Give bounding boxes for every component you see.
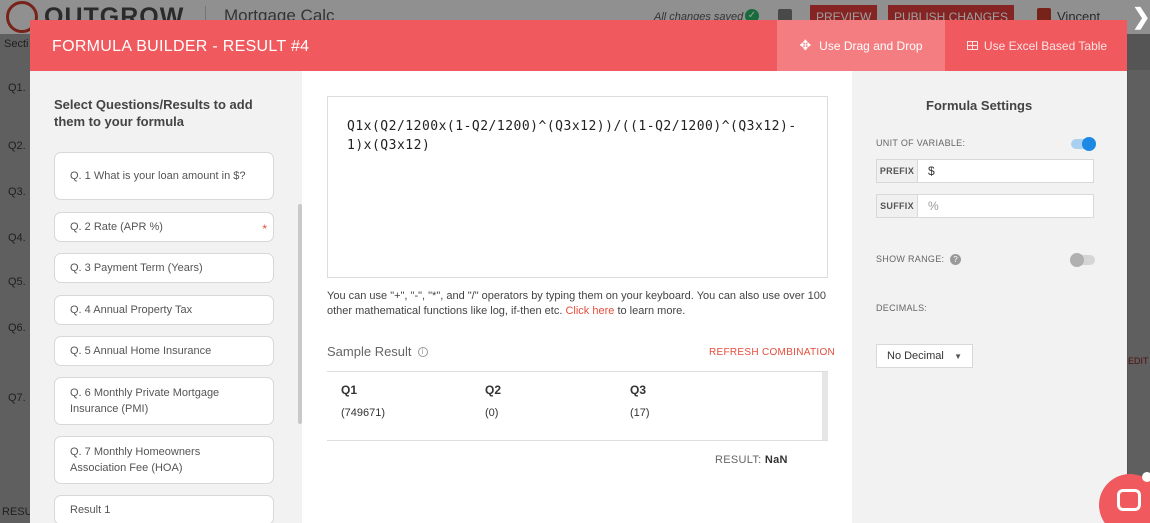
sample-column-q1: Q1 bbox=[341, 383, 358, 397]
question-item-q5[interactable]: Q. 5 Annual Home Insurance bbox=[54, 336, 274, 366]
sample-value-q3: (17) bbox=[630, 407, 650, 419]
sample-value-q2: (0) bbox=[485, 407, 499, 419]
required-icon: * bbox=[262, 222, 267, 236]
question-label: Q. 5 Annual Home Insurance bbox=[70, 345, 212, 357]
question-item-q3[interactable]: Q. 3 Payment Term (Years) bbox=[54, 253, 274, 283]
question-item-q1[interactable]: Q. 1 What is your loan amount in $? bbox=[54, 152, 274, 200]
modal-title: FORMULA BUILDER - RESULT #4 bbox=[52, 38, 310, 55]
chevron-down-icon: ▼ bbox=[954, 351, 962, 361]
prefix-field: PREFIX bbox=[876, 159, 1094, 183]
question-picker-panel: Select Questions/Results to add them to … bbox=[30, 71, 302, 523]
tab-excel-table[interactable]: Use Excel Based Table bbox=[957, 20, 1117, 71]
sample-result-table: Q1 Q2 Q3 (749671) (0) (17) bbox=[327, 371, 828, 441]
toggle-knob bbox=[1070, 253, 1084, 267]
unit-of-variable-label: UNIT OF VARIABLE: bbox=[876, 138, 966, 148]
show-range-toggle[interactable] bbox=[1070, 253, 1095, 267]
result-label: RESULT: bbox=[715, 454, 762, 466]
result-item-1[interactable]: Result 1 bbox=[54, 495, 274, 523]
chat-badge bbox=[1142, 472, 1150, 482]
modal-header: FORMULA BUILDER - RESULT #4 ✥ Use Drag a… bbox=[30, 20, 1127, 71]
formula-editor[interactable]: Q1x(Q2/1200x(1-Q2/1200)^(Q3x12))/((1-Q2/… bbox=[327, 96, 828, 278]
question-label: Q. 4 Annual Property Tax bbox=[70, 304, 193, 316]
suffix-input[interactable] bbox=[918, 195, 1093, 217]
help-icon[interactable]: ? bbox=[950, 254, 962, 266]
formula-editor-panel: Q1x(Q2/1200x(1-Q2/1200)^(Q3x12))/((1-Q2/… bbox=[302, 71, 852, 523]
formula-help-text: You can use "+", "-", "*", and "/" opera… bbox=[327, 289, 837, 319]
settings-title: Formula Settings bbox=[926, 98, 1033, 113]
sample-value-q1: (749671) bbox=[341, 407, 386, 419]
show-range-text: SHOW RANGE: bbox=[876, 254, 945, 264]
sample-table-scrollbar[interactable] bbox=[822, 372, 828, 440]
question-label: Q. 1 What is your loan amount in $? bbox=[70, 170, 246, 182]
sample-column-q3: Q3 bbox=[630, 383, 647, 397]
result-value: NaN bbox=[764, 454, 788, 466]
toggle-knob bbox=[1082, 137, 1096, 151]
tab-excel-table-label: Use Excel Based Table bbox=[983, 38, 1108, 53]
question-label: Result 1 bbox=[70, 504, 111, 516]
suffix-label: SUFFIX bbox=[877, 195, 918, 217]
tab-drag-and-drop-label: Use Drag and Drop bbox=[819, 38, 923, 53]
question-label: Q. 2 Rate (APR %) bbox=[70, 221, 163, 233]
info-icon[interactable]: i bbox=[417, 346, 428, 357]
decimals-label: DECIMALS: bbox=[876, 303, 928, 313]
question-item-q4[interactable]: Q. 4 Annual Property Tax bbox=[54, 295, 274, 325]
tab-drag-and-drop[interactable]: ✥ Use Drag and Drop bbox=[777, 20, 945, 71]
prefix-label: PREFIX bbox=[877, 160, 918, 182]
help-text-suffix: to learn more. bbox=[617, 305, 686, 317]
formula-builder-modal: FORMULA BUILDER - RESULT #4 ✥ Use Drag a… bbox=[30, 20, 1127, 523]
question-item-q6[interactable]: Q. 6 Monthly Private Mortgage Insurance … bbox=[54, 377, 274, 425]
refresh-combination-button[interactable]: REFRESH COMBINATION bbox=[709, 347, 835, 358]
formula-settings-panel: Formula Settings UNIT OF VARIABLE: PREFI… bbox=[852, 71, 1127, 523]
question-item-q2[interactable]: Q. 2 Rate (APR %) * bbox=[54, 212, 274, 242]
help-link[interactable]: Click here bbox=[565, 305, 614, 317]
question-item-q7[interactable]: Q. 7 Monthly Homeowners Association Fee … bbox=[54, 436, 274, 484]
chat-icon bbox=[1117, 489, 1141, 511]
show-range-label: SHOW RANGE: ? bbox=[876, 254, 962, 266]
unit-of-variable-toggle[interactable] bbox=[1071, 137, 1096, 151]
sample-column-q2: Q2 bbox=[485, 383, 502, 397]
sample-result-label: Sample Result bbox=[327, 344, 412, 359]
move-icon: ✥ bbox=[799, 37, 812, 53]
suffix-field: SUFFIX bbox=[876, 194, 1094, 218]
formula-text[interactable]: Q1x(Q2/1200x(1-Q2/1200)^(Q3x12))/((1-Q2/… bbox=[347, 117, 807, 155]
table-icon bbox=[966, 41, 978, 50]
prefix-input[interactable] bbox=[918, 160, 1093, 182]
question-label: Q. 6 Monthly Private Mortgage Insurance … bbox=[70, 387, 220, 415]
decimals-select[interactable]: No Decimal ▼ bbox=[876, 344, 973, 368]
result-output: RESULT: NaN bbox=[715, 454, 788, 466]
question-label: Q. 3 Payment Term (Years) bbox=[70, 262, 203, 274]
sample-result-heading: Sample Result i bbox=[327, 344, 428, 359]
question-label: Q. 7 Monthly Homeowners Association Fee … bbox=[70, 446, 201, 474]
question-picker-heading: Select Questions/Results to add them to … bbox=[54, 97, 253, 129]
decimals-value: No Decimal bbox=[887, 350, 944, 362]
close-icon[interactable]: ❯ bbox=[1132, 4, 1150, 30]
